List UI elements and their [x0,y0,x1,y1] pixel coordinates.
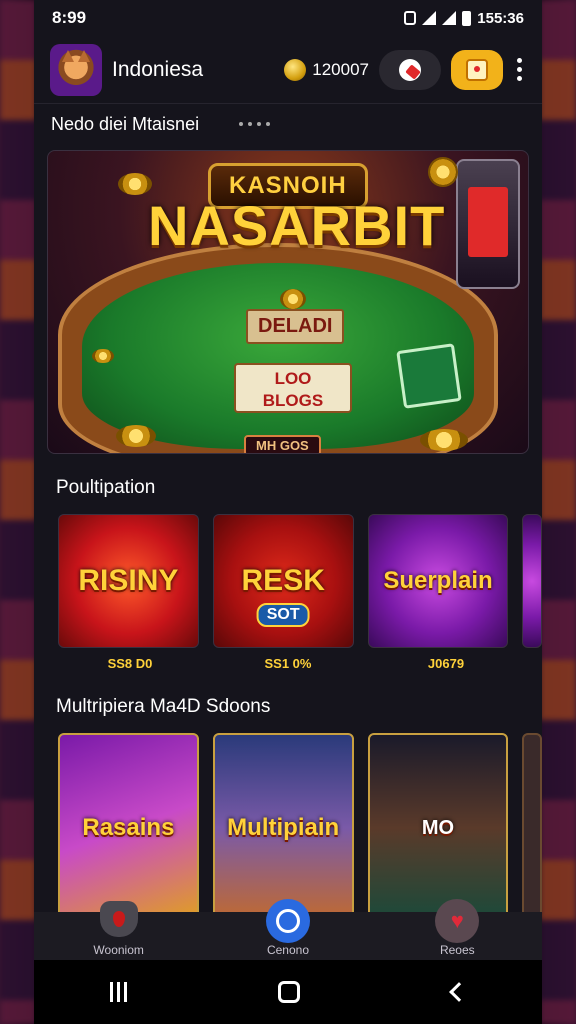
key-button[interactable] [379,49,441,90]
game-tile[interactable]: Suerplain [367,514,509,648]
coin-art [118,173,152,195]
game-card[interactable]: MO [367,733,509,923]
map-button[interactable] [451,49,503,90]
key-icon [399,58,421,81]
nav-label: Cenono [266,943,309,957]
back-icon[interactable] [449,982,470,1002]
vibrate-icon [404,11,417,25]
game-tile-label: RESK [241,564,325,597]
game-card-label: MO [421,816,455,839]
status-bar: 8:99 155:36 [34,0,542,36]
game-tile-caption: SS1 0% [264,656,312,671]
game-card-label: Rasains [82,814,175,841]
nav-item-wooniom[interactable]: Wooniom [64,901,174,957]
featured-title: Nedo diei Mtaisnei [51,113,200,134]
app-name: Indoniesa [112,57,204,81]
game-tile-caption: SS8 D0 [107,656,153,671]
coin-art [420,429,468,451]
row1-captions: SS8 D0 SS1 0% J0679 [34,656,542,671]
coin-art [116,425,156,447]
nav-item-cenono[interactable]: Cenono [233,899,343,957]
game-card[interactable]: Rasains [58,733,199,923]
system-nav-bar [34,960,542,1024]
game-card-peek[interactable] [522,733,542,923]
coin-balance[interactable]: 120007 [284,58,369,81]
nav-item-reoes[interactable]: ♥ Reoes [402,899,512,957]
app-header: Indoniesa 120007 [34,36,542,104]
row1-tiles: RISINY RESK SOT Suerplain [34,514,542,648]
bottom-nav: Wooniom Cenono ♥ Reoes [34,899,542,960]
battery-icon [462,10,472,26]
status-time: 8:99 [52,8,87,27]
featured-banner[interactable]: KASNOIH NASARBIT DELADI LOO BLOGS MH GOS [47,150,529,454]
map-icon [466,58,488,81]
signal-icon [422,11,437,25]
home-circle-icon [265,899,310,943]
banner-bottom-label: MH GOS [244,435,321,453]
row1-title: Poultipation [56,477,156,498]
app-screen: 8:99 155:36 Indoniesa 120007 Nedo diei M… [34,0,542,1024]
section-row2: Multripiera Ma4D Sdoons Rasains Multipia… [34,695,542,923]
heart-icon: ♥ [435,899,480,943]
coin-art [92,349,114,363]
more-menu-icon[interactable] [513,58,526,81]
row2-tiles: Rasains Multipiain MO [34,733,542,923]
recent-apps-icon[interactable] [109,982,127,1002]
coin-icon [284,58,307,81]
bell-art [280,289,306,309]
featured-header: Nedo diei Mtaisnei [34,104,542,144]
game-tile-label: Suerplain [383,567,493,594]
background-blur-left [0,0,36,1024]
game-card[interactable]: Multipiain [212,733,354,923]
more-dots-icon[interactable] [239,122,271,126]
slot-machine-art [456,159,520,289]
banner-title: NASARBIT [148,194,446,257]
game-card-label: Multipiain [227,814,340,841]
background-blur-right [540,0,576,1024]
status-right-text: 155:36 [477,9,524,27]
game-tile-caption: J0679 [427,656,465,671]
chip-art [428,157,458,187]
nav-label: Wooniom [93,943,144,957]
playing-card-art [396,343,462,409]
wifi-icon [442,11,457,25]
cards-sign-line1: LOO [274,369,312,388]
table-plaque: DELADI [246,309,345,344]
game-tile[interactable]: RISINY [58,514,199,648]
status-icons: 155:36 [404,10,524,27]
avatar[interactable] [50,43,102,96]
home-icon[interactable] [278,981,301,1003]
game-tile-peek[interactable] [522,514,542,648]
cards-sign: LOO BLOGS [234,363,352,413]
cards-sign-line2: BLOGS [262,391,324,410]
game-tile-label: RISINY [78,564,179,597]
shield-icon [99,901,138,937]
section-row1: Poultipation RISINY RESK SOT Suerplain S… [34,476,542,671]
game-tile[interactable]: RESK SOT [212,514,354,648]
coin-balance-value: 120007 [312,59,369,79]
game-tile-badge: SOT [256,603,310,627]
row2-title: Multripiera Ma4D Sdoons [56,696,271,717]
nav-label: Reoes [439,943,475,957]
